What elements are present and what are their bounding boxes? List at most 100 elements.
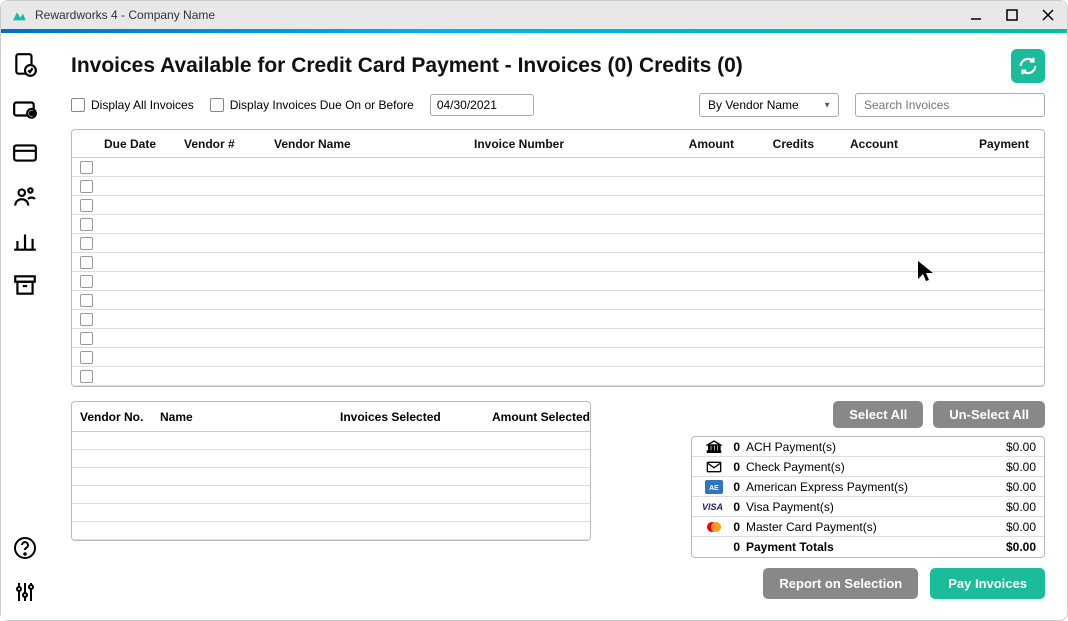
due-date-input[interactable] (430, 94, 534, 116)
svg-text:AE: AE (709, 485, 719, 492)
payment-amount: $0.00 (956, 540, 1036, 554)
sidebar-reports-icon[interactable] (11, 227, 39, 255)
app-window: Rewardworks 4 - Company Name (0, 0, 1068, 621)
sidebar-invoices-icon[interactable] (11, 51, 39, 79)
table-row[interactable] (72, 367, 1044, 386)
app-logo-icon (11, 7, 27, 23)
totals-row: 0Master Card Payment(s)$0.00 (692, 517, 1044, 537)
payment-amount: $0.00 (956, 440, 1036, 454)
payment-label: Visa Payment(s) (746, 500, 956, 514)
invoice-table: Due Date Vendor # Vendor Name Invoice Nu… (71, 129, 1045, 387)
unselect-all-button[interactable]: Un-Select All (933, 401, 1045, 428)
invoice-table-header: Due Date Vendor # Vendor Name Invoice Nu… (72, 130, 1044, 158)
row-checkbox[interactable] (80, 199, 93, 212)
summary-row (72, 468, 590, 486)
sidebar-archive-icon[interactable] (11, 271, 39, 299)
header-row: Invoices Available for Credit Card Payme… (71, 49, 1045, 83)
scol-invoices-selected: Invoices Selected (340, 410, 480, 424)
display-due-label: Display Invoices Due On or Before (230, 98, 414, 112)
sidebar-vendors-icon[interactable] (11, 183, 39, 211)
table-row[interactable] (72, 291, 1044, 310)
sort-select[interactable]: By Vendor Name (699, 93, 839, 117)
table-row[interactable] (72, 272, 1044, 291)
scol-amount-selected: Amount Selected (480, 410, 590, 424)
sidebar-payments-icon[interactable] (11, 95, 39, 123)
payment-type-icon: VISA (700, 502, 728, 512)
scol-name: Name (160, 410, 340, 424)
table-row[interactable] (72, 310, 1044, 329)
row-checkbox[interactable] (80, 332, 93, 345)
table-row[interactable] (72, 329, 1044, 348)
col-account: Account (814, 137, 934, 151)
payment-totals-table: 0ACH Payment(s)$0.000Check Payment(s)$0.… (691, 436, 1045, 558)
payment-amount: $0.00 (956, 480, 1036, 494)
close-button[interactable] (1039, 6, 1057, 24)
table-row[interactable] (72, 215, 1044, 234)
row-checkbox[interactable] (80, 218, 93, 231)
table-row[interactable] (72, 348, 1044, 367)
refresh-button[interactable] (1011, 49, 1045, 83)
row-checkbox[interactable] (80, 161, 93, 174)
totals-row: 0Check Payment(s)$0.00 (692, 457, 1044, 477)
summary-table: Vendor No. Name Invoices Selected Amount… (71, 401, 591, 541)
col-due-date: Due Date (104, 137, 184, 151)
col-payment: Payment (934, 137, 1029, 151)
row-checkbox[interactable] (80, 256, 93, 269)
pay-invoices-button[interactable]: Pay Invoices (930, 568, 1045, 599)
summary-header: Vendor No. Name Invoices Selected Amount… (72, 402, 590, 432)
maximize-button[interactable] (1003, 6, 1021, 24)
window-controls (967, 6, 1057, 24)
totals-row: 0Payment Totals$0.00 (692, 537, 1044, 557)
row-checkbox[interactable] (80, 313, 93, 326)
sidebar-help-icon[interactable] (11, 534, 39, 562)
payment-count: 0 (728, 480, 746, 494)
col-invoice-num: Invoice Number (474, 137, 634, 151)
sidebar (1, 33, 49, 620)
table-row[interactable] (72, 177, 1044, 196)
table-row[interactable] (72, 234, 1044, 253)
totals-row: AE 0American Express Payment(s)$0.00 (692, 477, 1044, 497)
scol-vendor-no: Vendor No. (80, 410, 160, 424)
display-all-checkbox[interactable]: Display All Invoices (71, 98, 194, 112)
payment-label: Payment Totals (746, 540, 956, 554)
sidebar-settings-icon[interactable] (11, 578, 39, 606)
select-all-button[interactable]: Select All (833, 401, 923, 428)
payment-label: American Express Payment(s) (746, 480, 956, 494)
payment-count: 0 (728, 500, 746, 514)
table-row[interactable] (72, 196, 1044, 215)
payment-type-icon (700, 459, 728, 475)
display-due-checkbox[interactable]: Display Invoices Due On or Before (210, 98, 414, 112)
payment-type-icon (700, 439, 728, 455)
titlebar: Rewardworks 4 - Company Name (1, 1, 1067, 29)
payment-label: Check Payment(s) (746, 460, 956, 474)
row-checkbox[interactable] (80, 351, 93, 364)
select-buttons: Select All Un-Select All (605, 401, 1045, 428)
bottom-buttons: Report on Selection Pay Invoices (605, 568, 1045, 599)
payment-count: 0 (728, 540, 746, 554)
table-row[interactable] (72, 253, 1044, 272)
row-checkbox[interactable] (80, 294, 93, 307)
row-checkbox[interactable] (80, 275, 93, 288)
content: Invoices Available for Credit Card Payme… (49, 33, 1067, 620)
window-title: Rewardworks 4 - Company Name (35, 8, 967, 22)
totals-row: VISA0Visa Payment(s)$0.00 (692, 497, 1044, 517)
right-lower: Select All Un-Select All 0ACH Payment(s)… (605, 401, 1045, 599)
payment-label: ACH Payment(s) (746, 440, 956, 454)
row-checkbox[interactable] (80, 180, 93, 193)
svg-text:VISA: VISA (702, 502, 723, 512)
minimize-button[interactable] (967, 6, 985, 24)
summary-row (72, 522, 590, 540)
body-area: Invoices Available for Credit Card Payme… (1, 33, 1067, 620)
report-button[interactable]: Report on Selection (763, 568, 918, 599)
row-checkbox[interactable] (80, 237, 93, 250)
col-credits: Credits (734, 137, 814, 151)
search-input[interactable] (855, 93, 1045, 117)
display-all-label: Display All Invoices (91, 98, 194, 112)
col-vendor-num: Vendor # (184, 137, 274, 151)
row-checkbox[interactable] (80, 370, 93, 383)
table-row[interactable] (72, 158, 1044, 177)
sidebar-card-icon[interactable] (11, 139, 39, 167)
totals-row: 0ACH Payment(s)$0.00 (692, 437, 1044, 457)
payment-amount: $0.00 (956, 460, 1036, 474)
page-title: Invoices Available for Credit Card Payme… (71, 54, 1011, 78)
